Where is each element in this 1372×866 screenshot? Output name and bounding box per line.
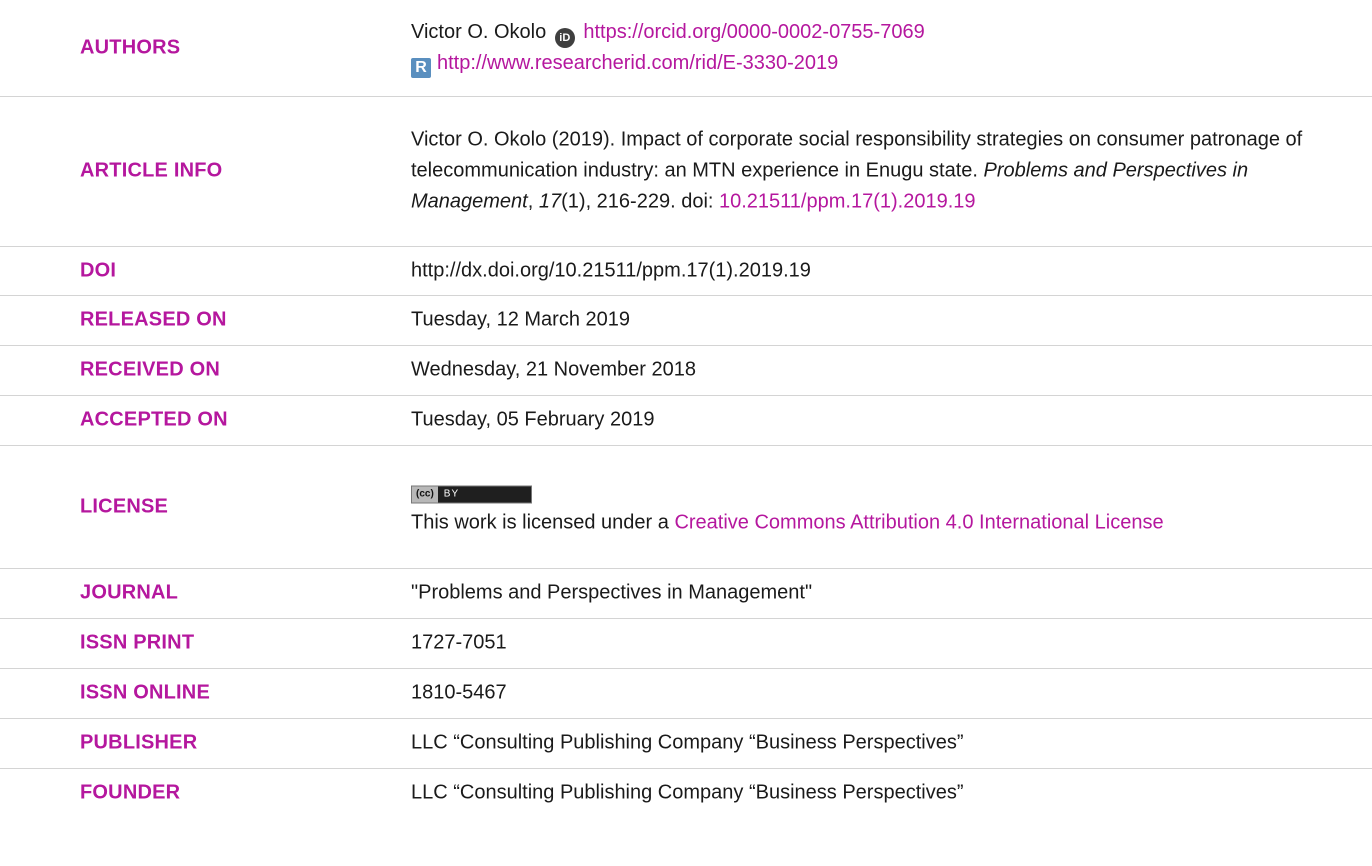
released-on-row: RELEASED ON Tuesday, 12 March 2019 [0, 295, 1372, 346]
issn-print-label: ISSN PRINT [80, 631, 195, 654]
issn-online-row: ISSN ONLINE 1810-5467 [0, 668, 1372, 719]
doi-label: DOI [80, 259, 117, 281]
received-on-row: RECEIVED ON Wednesday, 21 November 2018 [0, 345, 1372, 396]
author-name: Victor O. Okolo [411, 21, 547, 43]
authors-row: AUTHORS Victor O. Okolo iD https://orcid… [0, 0, 1372, 97]
doi-value: http://dx.doi.org/10.21511/ppm.17(1).201… [411, 259, 811, 281]
received-on-label: RECEIVED ON [80, 358, 221, 381]
accepted-on-row: ACCEPTED ON Tuesday, 05 February 2019 [0, 395, 1372, 446]
journal-label: JOURNAL [80, 581, 179, 604]
publisher-value: LLC “Consulting Publishing Company “Busi… [411, 731, 964, 754]
authors-label: AUTHORS [80, 36, 181, 59]
citation-issue-pages: (1), 216-229. doi: [561, 190, 719, 213]
founder-row: FOUNDER LLC “Consulting Publishing Compa… [0, 768, 1372, 818]
released-on-value: Tuesday, 12 March 2019 [411, 308, 631, 331]
researcherid-line: Rhttp://www.researcherid.com/rid/E-3330-… [411, 48, 1331, 79]
received-on-value: Wednesday, 21 November 2018 [411, 358, 696, 381]
cc-by-badge-icon[interactable]: (cc) BY [411, 485, 532, 503]
accepted-on-value: Tuesday, 05 February 2019 [411, 408, 655, 431]
issn-online-value: 1810-5467 [411, 681, 507, 704]
author-line: Victor O. Okolo iD https://orcid.org/000… [411, 17, 1331, 48]
journal-value: "Problems and Perspectives in Management… [411, 581, 813, 604]
publisher-label: PUBLISHER [80, 731, 198, 754]
license-link[interactable]: Creative Commons Attribution 4.0 Interna… [674, 511, 1163, 533]
article-info-label: ARTICLE INFO [80, 159, 223, 182]
authors-value: Victor O. Okolo iD https://orcid.org/000… [411, 17, 1331, 79]
issn-online-label: ISSN ONLINE [80, 681, 210, 704]
researcherid-link[interactable]: http://www.researcherid.com/rid/E-3330-2… [437, 52, 838, 74]
publisher-row: PUBLISHER LLC “Consulting Publishing Com… [0, 718, 1372, 769]
founder-label: FOUNDER [80, 781, 181, 804]
issn-print-row: ISSN PRINT 1727-7051 [0, 618, 1372, 669]
released-on-label: RELEASED ON [80, 308, 227, 331]
license-text: This work is licensed under a Creative C… [411, 507, 1331, 538]
founder-value: LLC “Consulting Publishing Company “Busi… [411, 781, 964, 804]
citation-volume: 17 [538, 190, 562, 213]
license-value: (cc) BY This work is licensed under a Cre… [411, 475, 1331, 538]
license-row: LICENSE (cc) BY This work is licensed und… [0, 445, 1372, 569]
doi-row: DOI http://dx.doi.org/10.21511/ppm.17(1)… [0, 246, 1372, 296]
orcid-link[interactable]: https://orcid.org/0000-0002-0755-7069 [583, 21, 924, 43]
article-info-value: Victor O. Okolo (2019). Impact of corpor… [411, 125, 1331, 218]
article-metadata-page: AUTHORS Victor O. Okolo iD https://orcid… [0, 0, 1372, 866]
issn-print-value: 1727-7051 [411, 631, 507, 654]
orcid-icon: iD [554, 28, 575, 48]
license-label: LICENSE [80, 495, 169, 517]
article-info-row: ARTICLE INFO Victor O. Okolo (2019). Imp… [0, 96, 1372, 247]
citation-doi-link[interactable]: 10.21511/ppm.17(1).2019.19 [719, 191, 976, 213]
researcherid-icon: R [411, 58, 431, 78]
journal-row: JOURNAL "Problems and Perspectives in Ma… [0, 568, 1372, 619]
citation-comma: , [527, 190, 539, 213]
accepted-on-label: ACCEPTED ON [80, 408, 228, 431]
license-text-lead: This work is licensed under a [411, 511, 675, 533]
